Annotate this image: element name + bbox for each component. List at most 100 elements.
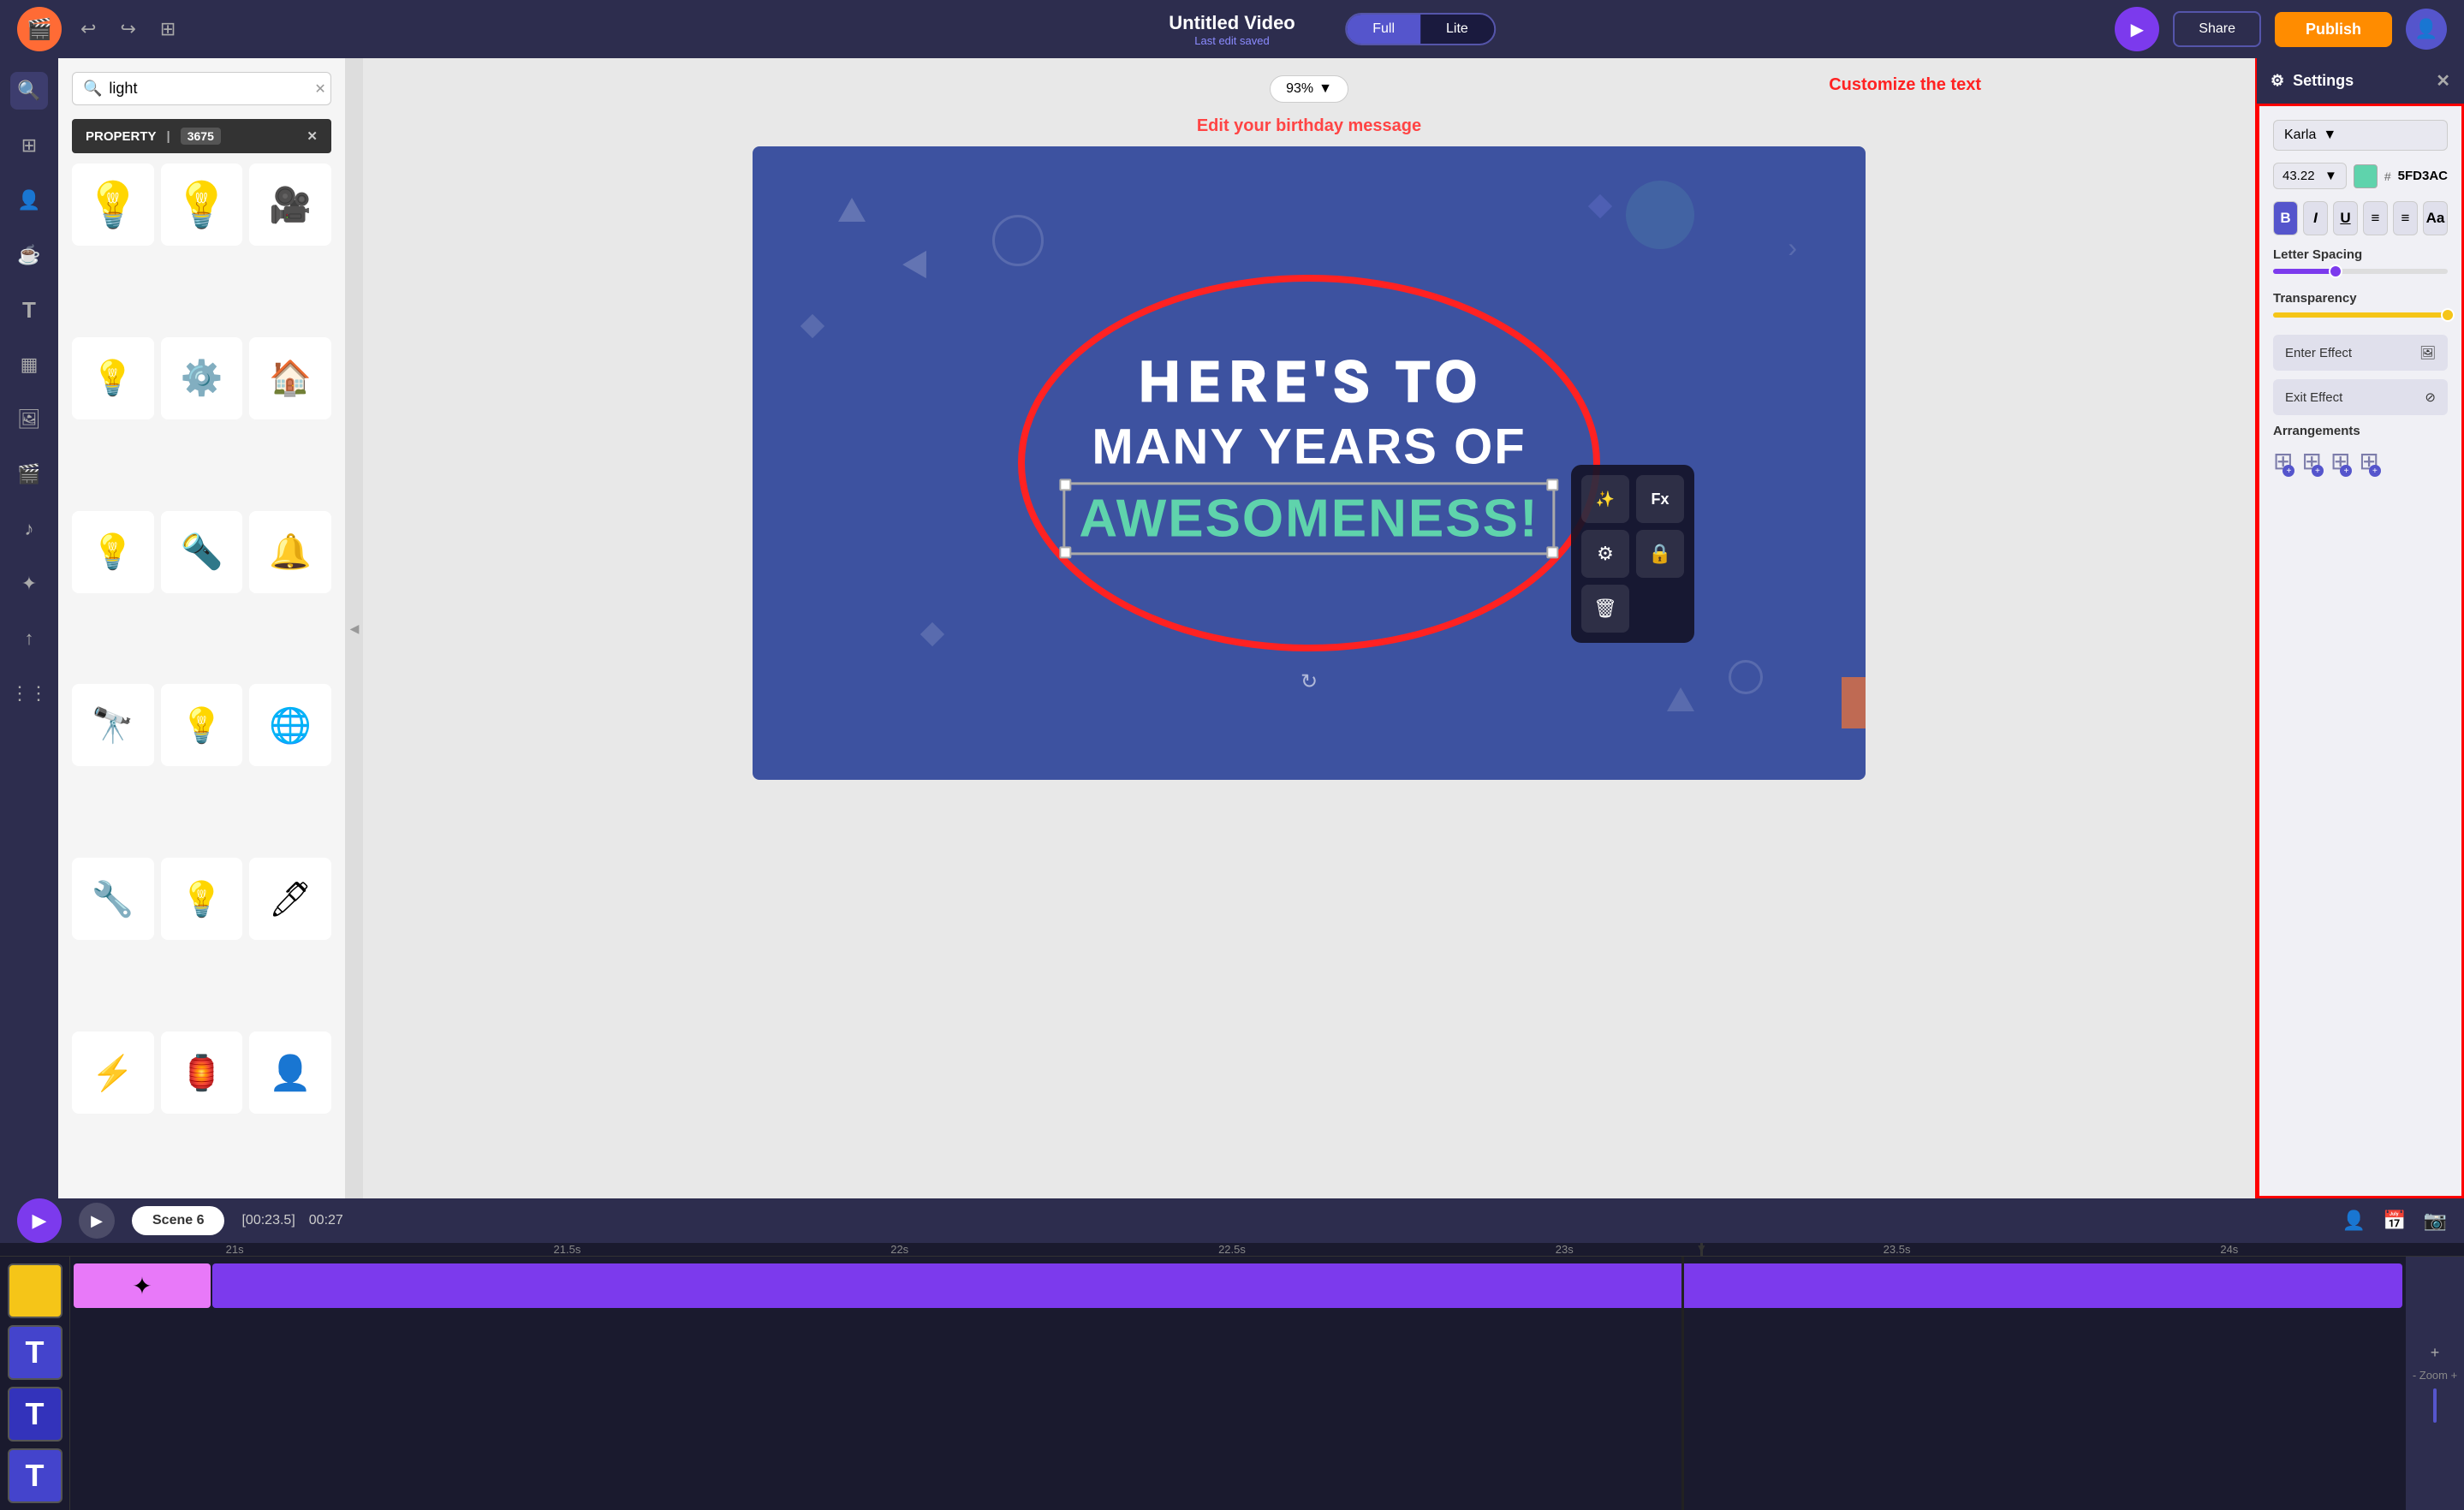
arrangement-item[interactable]: ⊞ +	[2359, 447, 2378, 475]
context-lock-button[interactable]: 🔒	[1636, 530, 1684, 578]
sidebar-item-upload[interactable]: ↑	[10, 620, 48, 657]
list-item[interactable]: 🔭	[72, 684, 154, 766]
search-bar: 🔍 ✕	[72, 72, 331, 105]
asset-thumbnail-text3[interactable]: T	[8, 1448, 62, 1503]
clear-search-icon[interactable]: ✕	[314, 80, 325, 98]
enter-effect-icon: 🖼	[2419, 345, 2436, 360]
font-selector[interactable]: Karla ▼	[2273, 120, 2448, 151]
settings-close-button[interactable]: ✕	[2436, 70, 2450, 92]
list-item[interactable]: 💡	[161, 163, 243, 246]
ruler-mark: 24s	[2063, 1243, 2396, 1256]
list-item[interactable]: 🔦	[161, 511, 243, 593]
redo-button[interactable]: ↪	[115, 13, 140, 45]
underline-button[interactable]: U	[2333, 201, 2358, 235]
undo-button[interactable]: ↩	[75, 13, 101, 45]
context-delete-button[interactable]: 🗑	[1581, 585, 1629, 633]
camera-icon[interactable]: 📷	[2424, 1210, 2447, 1232]
align-left-button[interactable]: ≡	[2363, 201, 2388, 235]
align-center-button[interactable]: ≡	[2393, 201, 2418, 235]
arrangement-item[interactable]: ⊞ +	[2273, 447, 2293, 475]
zoom-slider[interactable]	[2433, 1388, 2437, 1423]
canvas-line3-wrap[interactable]: AWESOMENESS!	[1062, 482, 1555, 555]
sidebar-item-film[interactable]: 🎬	[10, 455, 48, 493]
scene-label[interactable]: Scene 6	[132, 1206, 224, 1235]
canvas-frame[interactable]: › HERE'S TO MANY YEARS OF AWESOMENESS!	[753, 146, 1866, 780]
close-property-button[interactable]: ✕	[307, 128, 318, 144]
zoom-badge[interactable]: 93% ▼	[1270, 75, 1348, 103]
italic-button[interactable]: I	[2303, 201, 2328, 235]
selection-handle-tl[interactable]	[1059, 479, 1071, 490]
list-item[interactable]: 💡	[161, 684, 243, 766]
exit-effect-row[interactable]: Exit Effect ⊘	[2273, 379, 2448, 415]
arrangement-item[interactable]: ⊞ +	[2301, 447, 2321, 475]
list-item[interactable]: 💡	[72, 163, 154, 246]
transparency-thumb[interactable]	[2441, 308, 2455, 322]
list-item[interactable]: 👤	[249, 1031, 331, 1114]
sidebar-item-music[interactable]: ♪	[10, 510, 48, 548]
time-current: [00:23.5]	[241, 1213, 295, 1228]
sidebar-item-text[interactable]: T	[10, 291, 48, 329]
canvas-text-block[interactable]: HERE'S TO MANY YEARS OF AWESOMENESS!	[1062, 346, 1555, 555]
sidebar-item-person[interactable]: 👤	[10, 181, 48, 219]
list-item[interactable]: 🎥	[249, 163, 331, 246]
context-settings-button[interactable]: ⚙	[1581, 530, 1629, 578]
asset-thumbnail[interactable]	[8, 1263, 62, 1318]
list-item[interactable]: 💡	[72, 511, 154, 593]
list-item[interactable]: 🖊	[249, 858, 331, 940]
scene-play-button[interactable]: ▶	[79, 1203, 115, 1239]
sidebar-item-background[interactable]: ▦	[10, 346, 48, 383]
font-size-selector[interactable]: 43.22 ▼	[2273, 163, 2347, 189]
list-item[interactable]: 💡	[72, 337, 154, 419]
arrangement-item[interactable]: ⊞ +	[2330, 447, 2350, 475]
text-transform-button[interactable]: Aa	[2423, 201, 2448, 235]
context-effects-label-button[interactable]: Fx	[1636, 475, 1684, 523]
calendar-icon[interactable]: 📅	[2383, 1210, 2406, 1232]
selection-handle-br[interactable]	[1547, 546, 1559, 558]
selection-handle-bl[interactable]	[1059, 546, 1071, 558]
rotate-handle[interactable]: ↻	[1300, 669, 1318, 694]
list-item[interactable]: 🏮	[161, 1031, 243, 1114]
main-play-button[interactable]: ▶	[17, 1198, 62, 1243]
mode-full-button[interactable]: Full	[1347, 15, 1420, 44]
sidebar-item-grid[interactable]: ⋮⋮	[10, 675, 48, 712]
font-size-value: 43.22	[2282, 169, 2315, 183]
asset-thumbnail-text1[interactable]: T	[8, 1325, 62, 1380]
color-swatch[interactable]	[2354, 164, 2378, 188]
list-item[interactable]: 🔔	[249, 511, 331, 593]
bold-button[interactable]: B	[2273, 201, 2298, 235]
timeline-zoom-plus[interactable]: +	[2431, 1344, 2440, 1362]
sidebar-item-stickers[interactable]: ☕	[10, 236, 48, 274]
list-item[interactable]: ⚙️	[161, 337, 243, 419]
color-hash-symbol: #	[2384, 169, 2391, 183]
sidebar-item-layers[interactable]: ⊞	[10, 127, 48, 164]
search-input[interactable]	[109, 80, 307, 98]
asset-thumbnail-text2[interactable]: T	[8, 1387, 62, 1442]
letter-spacing-thumb[interactable]	[2329, 265, 2342, 278]
mode-lite-button[interactable]: Lite	[1420, 15, 1494, 44]
track-pink[interactable]: ✦	[74, 1263, 211, 1308]
enter-effect-row[interactable]: Enter Effect 🖼	[2273, 335, 2448, 371]
publish-button[interactable]: Publish	[2275, 12, 2392, 47]
color-hex-value: 5FD3AC	[2398, 169, 2448, 183]
duplicate-button[interactable]: ⊞	[155, 13, 181, 45]
list-item[interactable]: ⚡	[72, 1031, 154, 1114]
person-timeline-icon[interactable]: 👤	[2342, 1210, 2366, 1232]
selection-handle-tr[interactable]	[1547, 479, 1559, 490]
preview-play-button[interactable]: ▶	[2115, 7, 2159, 51]
context-fx-button[interactable]: ✨	[1581, 475, 1629, 523]
color-picker-row[interactable]: # 5FD3AC	[2354, 164, 2448, 188]
track-purple[interactable]	[212, 1263, 2402, 1308]
collapse-handle[interactable]: ◀	[346, 58, 363, 1198]
sidebar-item-image[interactable]: 🖼	[10, 401, 48, 438]
playhead[interactable]	[1700, 1243, 1703, 1256]
user-avatar[interactable]: 👤	[2406, 9, 2447, 50]
transparency-slider[interactable]	[2273, 312, 2448, 318]
list-item[interactable]: 🏠	[249, 337, 331, 419]
list-item[interactable]: 🌐	[249, 684, 331, 766]
share-button[interactable]: Share	[2173, 11, 2261, 47]
sidebar-item-effects[interactable]: ✦	[10, 565, 48, 603]
list-item[interactable]: 🔧	[72, 858, 154, 940]
sidebar-item-search[interactable]: 🔍	[10, 72, 48, 110]
letter-spacing-slider[interactable]	[2273, 269, 2448, 274]
list-item[interactable]: 💡	[161, 858, 243, 940]
